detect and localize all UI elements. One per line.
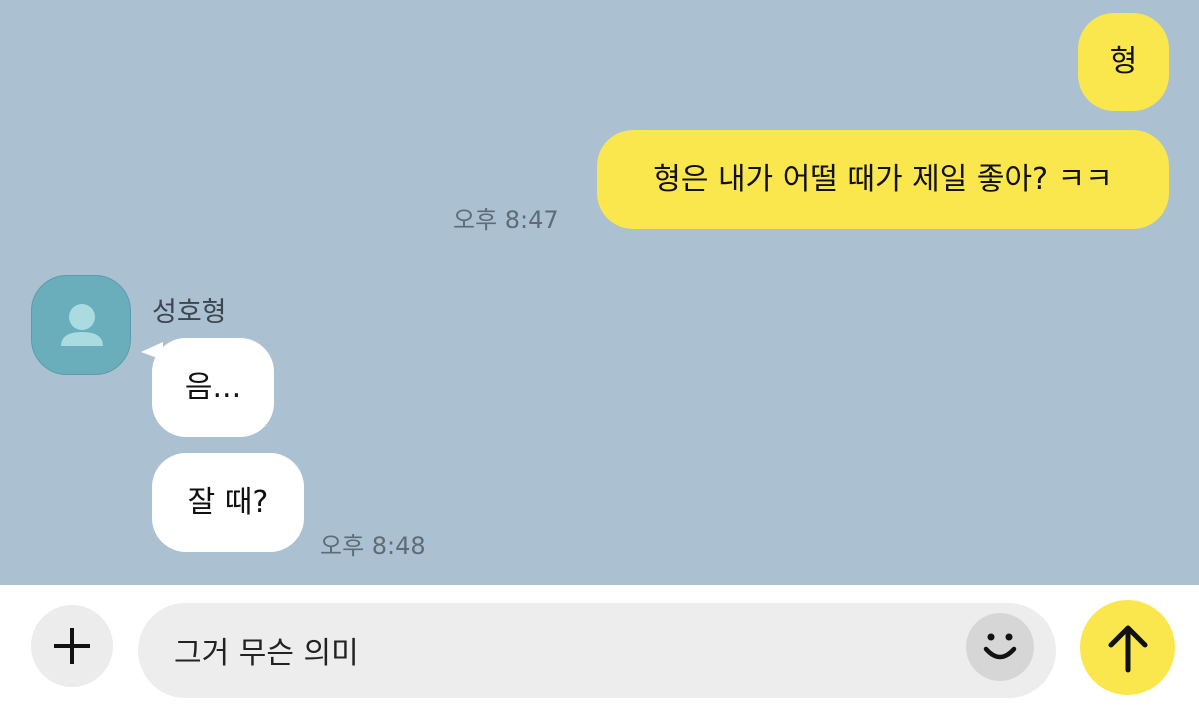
message-text: 형은 내가 어떨 때가 제일 좋아? ㅋㅋ (653, 161, 1113, 197)
message-text: 잘 때? (187, 484, 269, 520)
received-message-bubble[interactable]: 음... (152, 338, 274, 437)
add-attachment-button[interactable] (31, 605, 113, 687)
received-message-bubble[interactable]: 잘 때? (152, 453, 304, 552)
sender-name: 성호형 (152, 297, 227, 328)
message-text: 음... (184, 369, 242, 405)
emoji-button[interactable] (966, 613, 1034, 681)
person-icon (61, 304, 103, 346)
message-text: 형 (1109, 44, 1138, 79)
arrow-up-icon (1108, 625, 1147, 672)
message-timestamp: 오후 8:47 (453, 206, 559, 234)
send-button[interactable] (1080, 600, 1175, 695)
message-input-value[interactable]: 그거 무슨 의미 (174, 628, 359, 672)
message-timestamp: 오후 8:48 (320, 532, 426, 560)
sent-message-bubble[interactable]: 형은 내가 어떨 때가 제일 좋아? ㅋㅋ (597, 130, 1169, 229)
plus-icon (54, 628, 90, 664)
avatar[interactable] (31, 275, 131, 375)
sent-message-bubble[interactable]: 형 (1078, 13, 1169, 111)
smiley-icon (983, 633, 1017, 660)
